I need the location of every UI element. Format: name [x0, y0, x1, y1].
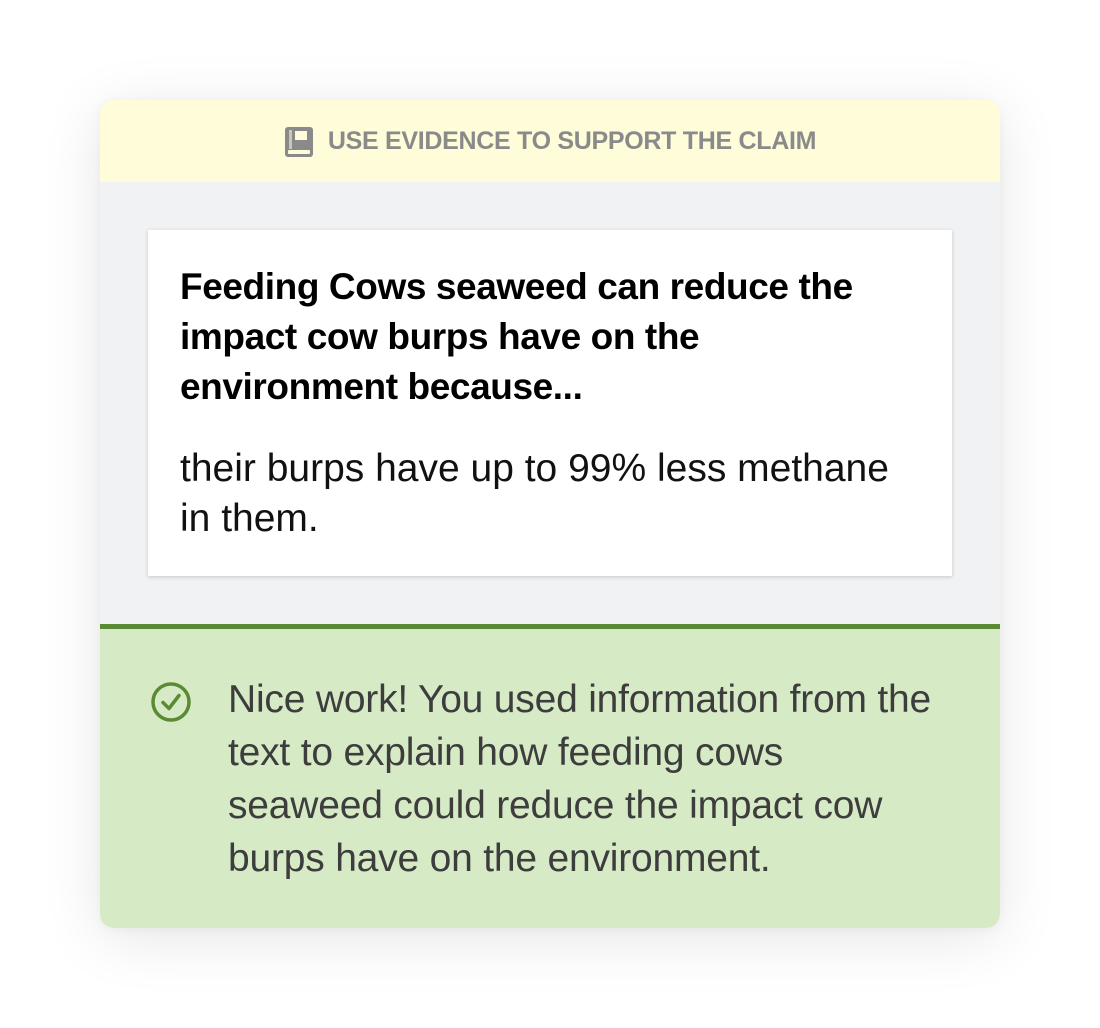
activity-card: USE EVIDENCE TO SUPPORT THE CLAIM Feedin… [100, 100, 1000, 928]
book-icon [284, 126, 314, 158]
check-circle-icon [150, 681, 192, 723]
instruction-banner: USE EVIDENCE TO SUPPORT THE CLAIM [100, 100, 1000, 182]
claim-prompt: Feeding Cows seaweed can reduce the impa… [180, 266, 853, 407]
student-response-box: Feeding Cows seaweed can reduce the impa… [148, 230, 952, 576]
feedback-message: Nice work! You used information from the… [228, 678, 932, 880]
instruction-text: USE EVIDENCE TO SUPPORT THE CLAIM [327, 126, 817, 155]
student-answer: their burps have up to 99% less methane … [180, 447, 889, 540]
feedback-panel: Nice work! You used information from the… [100, 624, 1000, 928]
